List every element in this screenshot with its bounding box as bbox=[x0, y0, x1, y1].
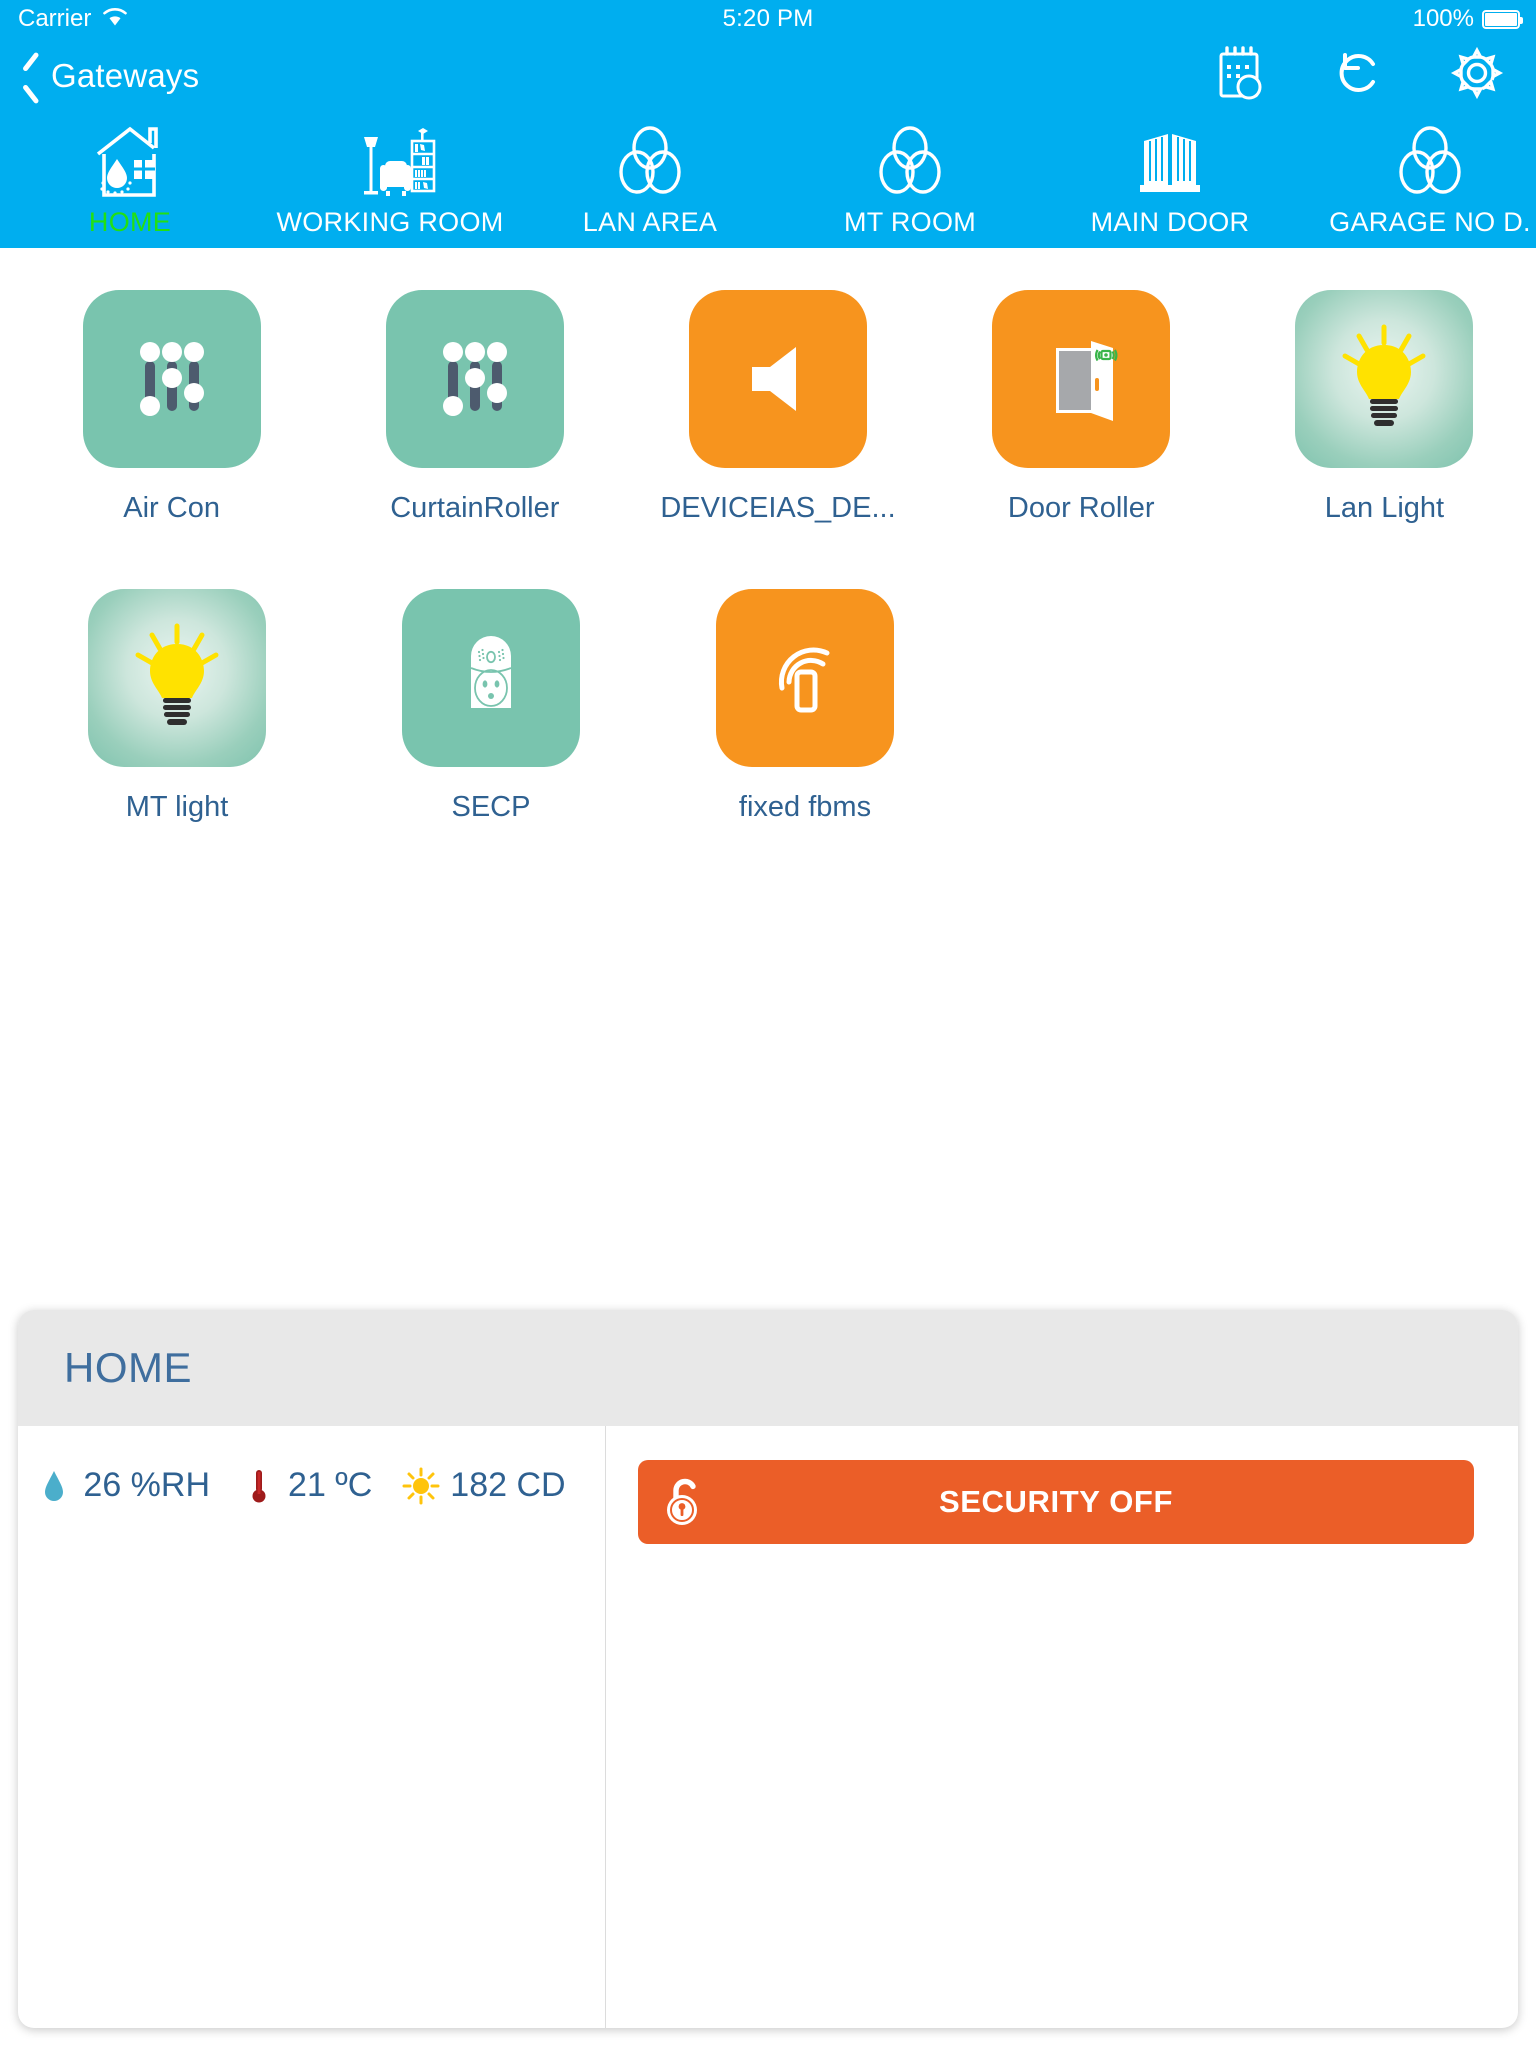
device-air-con[interactable]: Air Con bbox=[20, 290, 323, 525]
living-room-icon bbox=[344, 127, 436, 197]
sensor-humidity: 26 %RH bbox=[31, 1466, 236, 1505]
device-label: MT light bbox=[125, 791, 229, 823]
sensor-row: 26 %RH 21 ºC 182 CD bbox=[31, 1466, 591, 1505]
tab-working-room[interactable]: WORKING ROOM bbox=[260, 113, 520, 248]
summary-panel-header: HOME bbox=[18, 1310, 1518, 1426]
device-label: SECP bbox=[451, 791, 531, 823]
open-door-icon bbox=[992, 290, 1171, 468]
tab-label: MT ROOM bbox=[843, 207, 977, 237]
security-section: SECURITY OFF bbox=[606, 1426, 1518, 2028]
device-secp[interactable]: SECP bbox=[334, 589, 648, 824]
thermometer-icon bbox=[236, 1468, 282, 1504]
slider-controls-icon bbox=[385, 290, 564, 468]
refresh-icon bbox=[1332, 46, 1386, 105]
schedule-icon bbox=[1215, 45, 1267, 106]
tab-garage-no-d[interactable]: GARAGE NO D. bbox=[1300, 113, 1536, 248]
status-bar: Carrier 5:20 PM 100% bbox=[0, 0, 1536, 38]
light-bulb-icon bbox=[1295, 290, 1474, 468]
device-fixed-fbms[interactable]: fixed fbms bbox=[648, 589, 962, 824]
device-label: CurtainRoller bbox=[390, 492, 560, 524]
tab-label: GARAGE NO D. bbox=[1329, 207, 1531, 237]
schedule-button[interactable] bbox=[1182, 38, 1300, 113]
light-bulb-icon bbox=[88, 589, 266, 767]
security-label: SECURITY OFF bbox=[939, 1484, 1173, 1519]
device-label: fixed fbms bbox=[738, 791, 872, 823]
device-grid: Air Con CurtainRoller DEVICEIAS_DE... Do… bbox=[0, 248, 1536, 1298]
gate-icon bbox=[1124, 127, 1216, 197]
nav-actions bbox=[1182, 38, 1536, 113]
sensor-section: 26 %RH 21 ºC 182 CD bbox=[18, 1426, 606, 2028]
nav-bar: Gateways bbox=[0, 38, 1536, 113]
three-circles-icon bbox=[1384, 126, 1476, 197]
tab-label: LAN AREA bbox=[582, 207, 718, 237]
tab-home[interactable]: HOME bbox=[0, 113, 260, 248]
sensor-temperature: 21 ºC bbox=[236, 1466, 398, 1505]
battery-full-icon bbox=[1482, 9, 1523, 29]
security-toggle-button[interactable]: SECURITY OFF bbox=[638, 1460, 1474, 1544]
device-label: Lan Light bbox=[1324, 492, 1445, 524]
three-circles-icon bbox=[604, 126, 696, 197]
device-lan-light[interactable]: Lan Light bbox=[1233, 290, 1536, 525]
refresh-button[interactable] bbox=[1300, 38, 1418, 113]
battery-percent-label: 100% bbox=[1412, 5, 1474, 32]
sensor-value: 26 %RH bbox=[83, 1466, 211, 1504]
room-tab-bar[interactable]: HOME WORKING ROOM LAN AREA MT ROOM MAIN … bbox=[0, 113, 1536, 248]
device-deviceias[interactable]: DEVICEIAS_DE... bbox=[626, 290, 929, 525]
sun-icon bbox=[398, 1467, 444, 1505]
tab-label: HOME bbox=[88, 207, 172, 237]
chevron-left-icon bbox=[22, 60, 41, 92]
summary-panel-body: 26 %RH 21 ºC 182 CD SECURITY OFF bbox=[18, 1426, 1518, 2028]
sensor-value: 21 ºC bbox=[288, 1466, 373, 1504]
tab-mt-room[interactable]: MT ROOM bbox=[780, 113, 1040, 248]
device-row: MT light SECP fixed fbms bbox=[0, 525, 1536, 824]
status-right: 100% bbox=[1412, 0, 1523, 38]
summary-panel: HOME 26 %RH 21 ºC 182 CD SECURITY OFF bbox=[18, 1310, 1518, 2028]
device-door-roller[interactable]: Door Roller bbox=[930, 290, 1233, 525]
device-label: DEVICEIAS_DE... bbox=[660, 492, 896, 524]
sensor-illuminance: 182 CD bbox=[398, 1466, 591, 1505]
device-label: Air Con bbox=[123, 492, 220, 524]
house-humidity-icon bbox=[84, 126, 176, 197]
tab-label: WORKING ROOM bbox=[276, 207, 504, 237]
back-button-label: Gateways bbox=[51, 56, 200, 94]
device-row: Air Con CurtainRoller DEVICEIAS_DE... Do… bbox=[0, 248, 1536, 525]
status-time: 5:20 PM bbox=[722, 5, 814, 32]
panel-title: HOME bbox=[64, 1344, 192, 1391]
device-curtain-roller[interactable]: CurtainRoller bbox=[323, 290, 626, 525]
three-circles-icon bbox=[864, 126, 956, 197]
settings-button[interactable] bbox=[1418, 38, 1536, 113]
tab-label: MAIN DOOR bbox=[1090, 207, 1250, 237]
device-label: Door Roller bbox=[1007, 492, 1155, 524]
sensor-value: 182 CD bbox=[450, 1466, 566, 1504]
speaker-icon bbox=[689, 290, 867, 468]
slider-controls-icon bbox=[82, 290, 261, 468]
back-button[interactable]: Gateways bbox=[22, 38, 199, 113]
water-drop-icon bbox=[31, 1469, 77, 1503]
gear-icon bbox=[1449, 45, 1505, 106]
motion-sensor-icon bbox=[716, 589, 894, 767]
tab-lan-area[interactable]: LAN AREA bbox=[520, 113, 780, 248]
power-socket-icon bbox=[402, 589, 580, 767]
tab-main-door[interactable]: MAIN DOOR bbox=[1040, 113, 1300, 248]
device-mt-light[interactable]: MT light bbox=[20, 589, 334, 824]
